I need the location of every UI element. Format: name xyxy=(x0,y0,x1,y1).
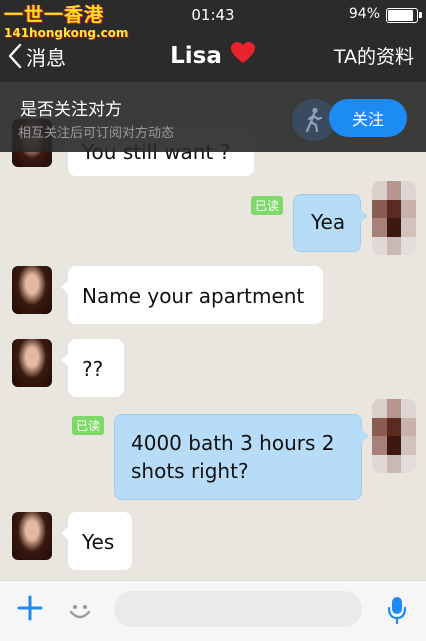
contact-name: Lisa xyxy=(170,43,222,69)
smiley-icon[interactable] xyxy=(66,597,94,629)
message-text: 4000 bath 3 hours 2 shots right? xyxy=(131,431,335,483)
plus-icon[interactable] xyxy=(17,595,43,624)
battery-percent: 94% xyxy=(348,6,380,22)
contact-avatar[interactable] xyxy=(12,266,52,314)
contact-avatar[interactable] xyxy=(12,512,52,560)
message-text: ?? xyxy=(82,357,104,381)
watermark-url: 141hongkong.com xyxy=(4,26,129,40)
message-bubble-sent[interactable]: 4000 bath 3 hours 2 shots right? xyxy=(114,414,369,500)
microphone-icon[interactable] xyxy=(386,595,408,629)
battery-icon xyxy=(386,8,418,23)
message-bubble-sent[interactable]: Yea xyxy=(293,194,368,252)
watermark: 一世一香港 141hongkong.com xyxy=(4,4,128,40)
message-input[interactable] xyxy=(114,591,362,627)
profile-link[interactable]: TA的资料 xyxy=(334,42,414,69)
battery-fill xyxy=(388,10,414,21)
battery-cap xyxy=(419,12,422,18)
message-bubble-received[interactable]: Name your apartment xyxy=(61,266,323,324)
my-avatar[interactable] xyxy=(372,399,416,473)
heart-icon xyxy=(230,41,256,71)
message-bubble-received[interactable]: Yes xyxy=(61,512,132,570)
contact-avatar[interactable] xyxy=(12,339,52,387)
follow-question: 是否关注对方 xyxy=(20,100,122,120)
message-bubble-received[interactable]: ?? xyxy=(61,339,124,397)
my-avatar[interactable] xyxy=(372,181,416,255)
status-bar: 一世一香港 141hongkong.com 01:43 94% xyxy=(0,0,426,40)
follow-button[interactable]: 关注 xyxy=(329,99,407,137)
watermark-title: 一世一香港 xyxy=(4,4,105,26)
message-text: Name your apartment xyxy=(82,284,305,308)
message-text: Yea xyxy=(311,210,346,234)
input-bar xyxy=(0,580,426,641)
message-text: Yes xyxy=(82,530,115,554)
read-badge: 已读 xyxy=(251,196,284,215)
follow-subtitle: 相互关注后可订阅对方动态 xyxy=(18,126,175,141)
read-badge: 已读 xyxy=(72,416,105,435)
